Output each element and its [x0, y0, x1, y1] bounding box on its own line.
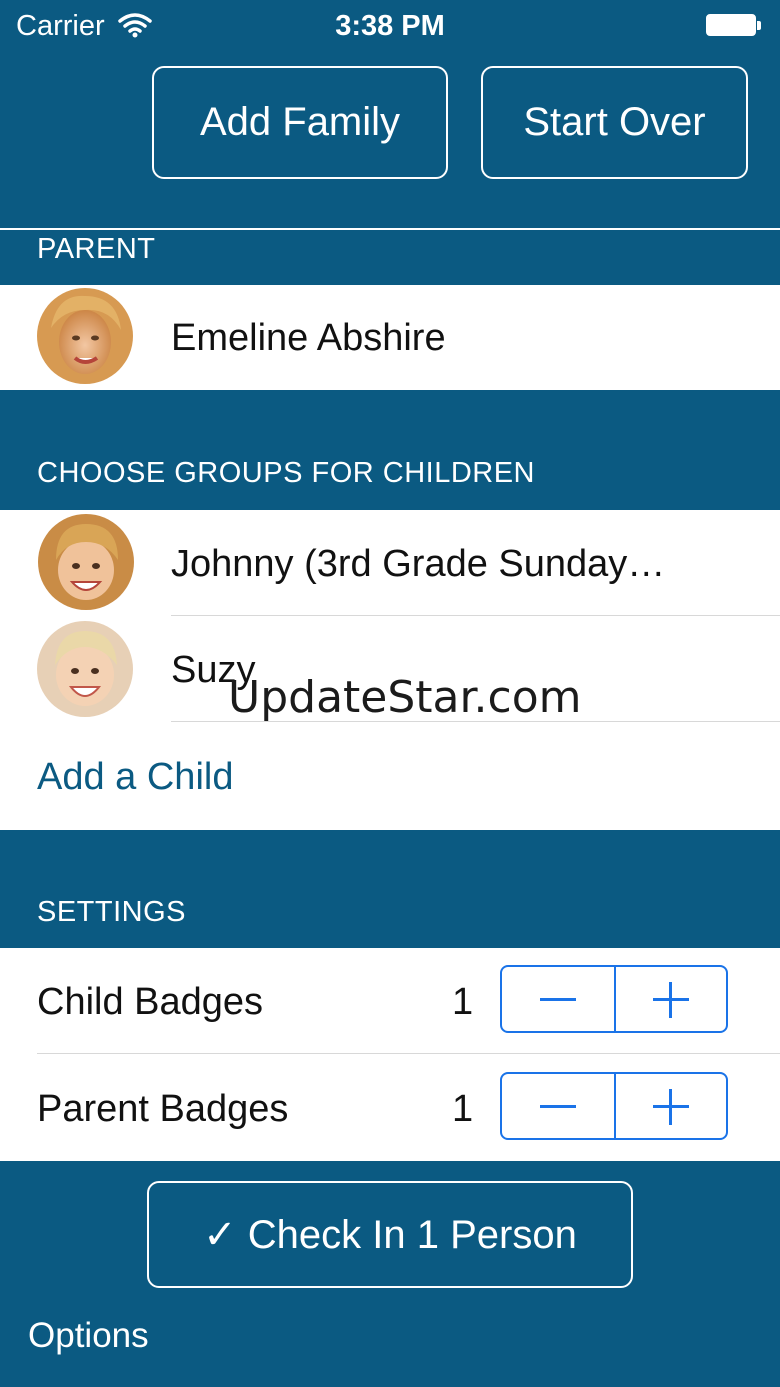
children-list: Johnny (3rd Grade Sunday… Suzy Add a Chi… [0, 510, 780, 830]
parent-name: Emeline Abshire [171, 317, 446, 359]
add-family-button[interactable]: Add Family [152, 66, 448, 179]
parent-section-title: PARENT [37, 233, 156, 265]
settings-list: Child Badges 1 Parent Badges 1 [0, 948, 780, 1161]
settings-section-title: SETTINGS [37, 896, 187, 928]
clock: 3:38 PM [335, 10, 445, 42]
parent-avatar [37, 288, 133, 384]
start-over-button[interactable]: Start Over [481, 66, 748, 179]
child-badges-stepper [500, 965, 728, 1033]
header-divider [0, 228, 780, 230]
children-section-title: CHOOSE GROUPS FOR CHILDREN [37, 457, 535, 489]
watermark: UpdateStar.com [228, 672, 582, 723]
parent-badges-count: 1 [452, 1088, 474, 1130]
status-bar: Carrier 3:38 PM [0, 0, 780, 56]
parent-badges-label: Parent Badges [37, 1088, 289, 1130]
child-badges-label: Child Badges [37, 981, 264, 1023]
plus-icon[interactable] [616, 1074, 726, 1138]
child-avatar [38, 514, 134, 610]
minus-icon[interactable] [502, 1074, 614, 1138]
check-in-button[interactable]: ✓ Check In 1 Person [147, 1181, 633, 1288]
child-avatar [37, 621, 133, 717]
add-child-link[interactable]: Add a Child [37, 756, 233, 799]
minus-icon[interactable] [502, 967, 614, 1031]
child-name: Johnny (3rd Grade Sunday… [171, 543, 666, 585]
parent-row[interactable]: Emeline Abshire [0, 285, 780, 390]
row-separator [37, 1053, 780, 1054]
row-separator [171, 615, 780, 616]
parent-badges-stepper [500, 1072, 728, 1140]
child-badges-count: 1 [452, 981, 474, 1023]
plus-icon[interactable] [616, 967, 726, 1031]
battery-icon [706, 14, 762, 38]
options-link[interactable]: Options [28, 1316, 149, 1356]
